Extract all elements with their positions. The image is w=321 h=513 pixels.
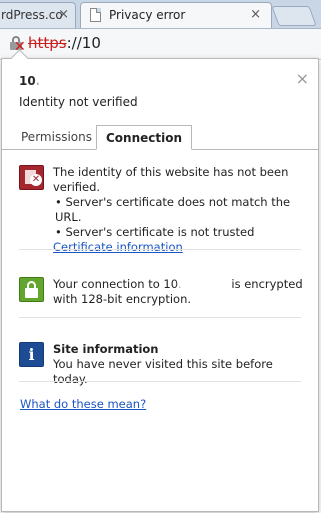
identity-bullet: • Server's certificate does not match th… (55, 195, 291, 224)
redacted-text (181, 279, 228, 290)
tab-privacy-error[interactable]: Privacy error × (80, 2, 272, 28)
tab-permissions[interactable]: Permissions (12, 125, 101, 149)
toolbar: ✕ https://10 (0, 29, 321, 60)
tab-wordpress[interactable]: rdPress.co × (0, 2, 76, 28)
divider (19, 381, 301, 382)
new-tab-button[interactable] (271, 6, 317, 26)
tab-close-icon[interactable]: × (58, 3, 69, 27)
lock-icon (19, 277, 44, 302)
certificate-error-icon: ✕ (19, 165, 44, 190)
identity-bullet: • Server's certificate is not trusted (55, 225, 255, 239)
site-host-text: 10. (19, 74, 41, 88)
divider (19, 249, 301, 250)
tab-title: rdPress.co (1, 8, 63, 22)
site-information-text: You have never visited this site before … (53, 357, 273, 386)
connection-text-start: Your connection to 10. (53, 277, 182, 291)
what-do-these-mean-link[interactable]: What do these mean? (20, 397, 146, 411)
tab-close-icon[interactable]: × (250, 3, 261, 27)
identity-message: The identity of this website has not bee… (53, 165, 289, 194)
info-icon: i (19, 342, 44, 367)
address-bar[interactable]: https://10 (28, 34, 101, 52)
tab-connection[interactable]: Connection (96, 125, 193, 150)
site-information-heading: Site information (53, 342, 159, 356)
popup-tabs: Permissions Connection (2, 125, 318, 150)
certificate-information-link[interactable]: Certificate information (53, 240, 311, 255)
url-scheme: https (28, 34, 67, 52)
connection-message: Your connection to 10. is encrypted with… (53, 277, 311, 307)
tab-title: Privacy error (109, 8, 186, 22)
page-icon (90, 8, 101, 22)
site-title: 10. (19, 74, 93, 88)
close-icon[interactable]: × (296, 71, 309, 87)
redacted-text (40, 76, 93, 87)
broken-lock-icon[interactable]: ✕ (10, 36, 26, 54)
site-info-popup: 10. Identity not verified × Permissions … (1, 49, 319, 512)
url-host: ://10 (66, 34, 101, 52)
tab-strip: rdPress.co × Privacy error × (0, 0, 321, 29)
divider (19, 317, 301, 318)
identity-status: Identity not verified (19, 95, 138, 109)
